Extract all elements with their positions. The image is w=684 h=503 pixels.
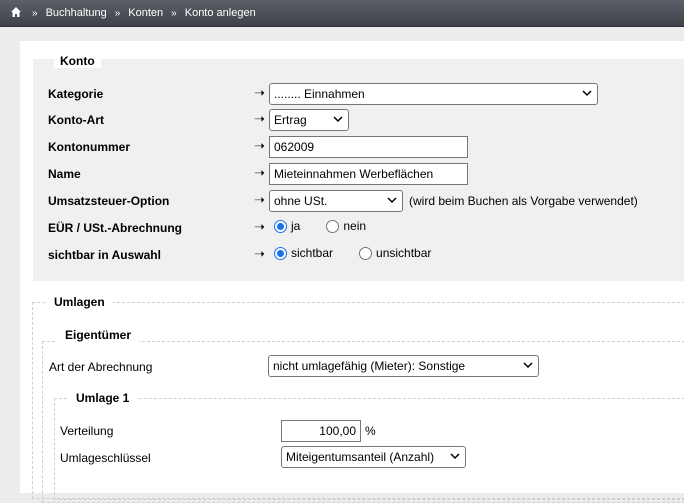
umsatzsteuer-select[interactable]: ohne USt. [269,190,403,212]
sichtbar-label: sichtbar in Auswahl [48,248,161,262]
row-name: Name ➝ [33,163,684,185]
unsichtbar-option-label: unsichtbar [376,246,432,260]
name-label: Name [48,167,81,181]
umsatzsteuer-label: Umsatzsteuer-Option [48,194,170,208]
umlageschluessel-select[interactable]: Miteigentumsanteil (Anzahl) [281,446,466,468]
eur-ja-label: ja [291,219,301,233]
unsichtbar-radio[interactable] [359,246,373,260]
arrow-icon: ➝ [254,219,265,234]
arrow-icon: ➝ [254,85,265,100]
konto-art-label: Konto-Art [48,113,104,127]
name-input[interactable] [269,163,468,185]
sichtbar-radio[interactable] [274,246,287,260]
eur-nein-label: nein [343,219,367,233]
verteilung-label: Verteilung [60,424,114,438]
umlageschluessel-label: Umlageschlüssel [60,451,151,465]
eigentuemer-legend: Eigentümer [57,328,140,342]
content-panel: Kategorie ➝ ........ Einnahmen Konto-Art… [20,41,684,503]
art-abrechnung-label: Art der Abrechnung [49,360,153,374]
row-eur: EÜR / USt.-Abrechnung ➝ ja nein [33,217,684,239]
row-kontonummer: Kontonummer ➝ [33,136,684,158]
eur-label: EÜR / USt.-Abrechnung [48,221,182,235]
arrow-icon: ➝ [254,246,265,261]
konto-art-select[interactable]: Ertrag [269,109,349,131]
row-umsatzsteuer: Umsatzsteuer-Option ➝ ohne USt. (wird be… [33,190,684,212]
verteilung-unit: % [365,424,376,438]
breadcrumb-konten[interactable]: Konten [128,7,163,19]
eur-ja-radio[interactable] [274,219,287,233]
konto-fieldset: Kategorie ➝ ........ Einnahmen Konto-Art… [33,59,684,281]
sichtbar-option-label: sichtbar [291,246,334,260]
arrow-icon: ➝ [254,165,265,180]
breadcrumb-konto-anlegen[interactable]: Konto anlegen [185,7,256,19]
umlage1-legend: Umlage 1 [68,391,138,405]
arrow-icon: ➝ [254,192,265,207]
eur-nein-radio[interactable] [326,219,340,233]
row-sichtbar: sichtbar in Auswahl ➝ sichtbar unsichtba… [33,244,684,266]
konto-legend: Konto [54,54,101,68]
row-kategorie: Kategorie ➝ ........ Einnahmen [33,83,684,105]
breadcrumb-bar: » Buchhaltung » Konten » Konto anlegen [0,0,684,27]
row-konto-art: Konto-Art ➝ Ertrag [33,109,684,131]
arrow-icon: ➝ [254,111,265,126]
breadcrumb-separator: » [171,7,177,19]
kontonummer-input[interactable] [269,136,468,158]
kontonummer-label: Kontonummer [48,140,130,154]
arrow-icon: ➝ [254,138,265,153]
kategorie-label: Kategorie [48,87,104,101]
umsatzsteuer-hint: (wird beim Buchen als Vorgabe verwendet) [409,194,638,208]
art-abrechnung-select[interactable]: nicht umlagefähig (Mieter): Sonstige [268,355,539,377]
breadcrumb-separator: » [32,7,38,19]
breadcrumb-buchhaltung[interactable]: Buchhaltung [46,7,107,19]
kategorie-select[interactable]: ........ Einnahmen [269,83,598,105]
breadcrumb-separator: » [114,7,121,19]
verteilung-input[interactable] [281,420,361,442]
home-icon[interactable] [10,6,24,21]
umlagen-legend: Umlagen [46,295,113,309]
